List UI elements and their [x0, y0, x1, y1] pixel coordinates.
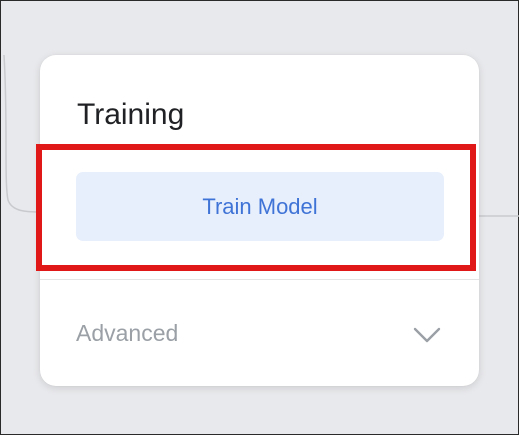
train-model-button[interactable]: Train Model [76, 172, 444, 241]
advanced-label: Advanced [76, 320, 179, 346]
advanced-toggle[interactable]: Advanced [40, 280, 479, 386]
chevron-down-icon[interactable] [412, 326, 442, 344]
training-node-card: Training Train Model Advanced [40, 55, 479, 386]
card-title: Training [77, 98, 185, 131]
